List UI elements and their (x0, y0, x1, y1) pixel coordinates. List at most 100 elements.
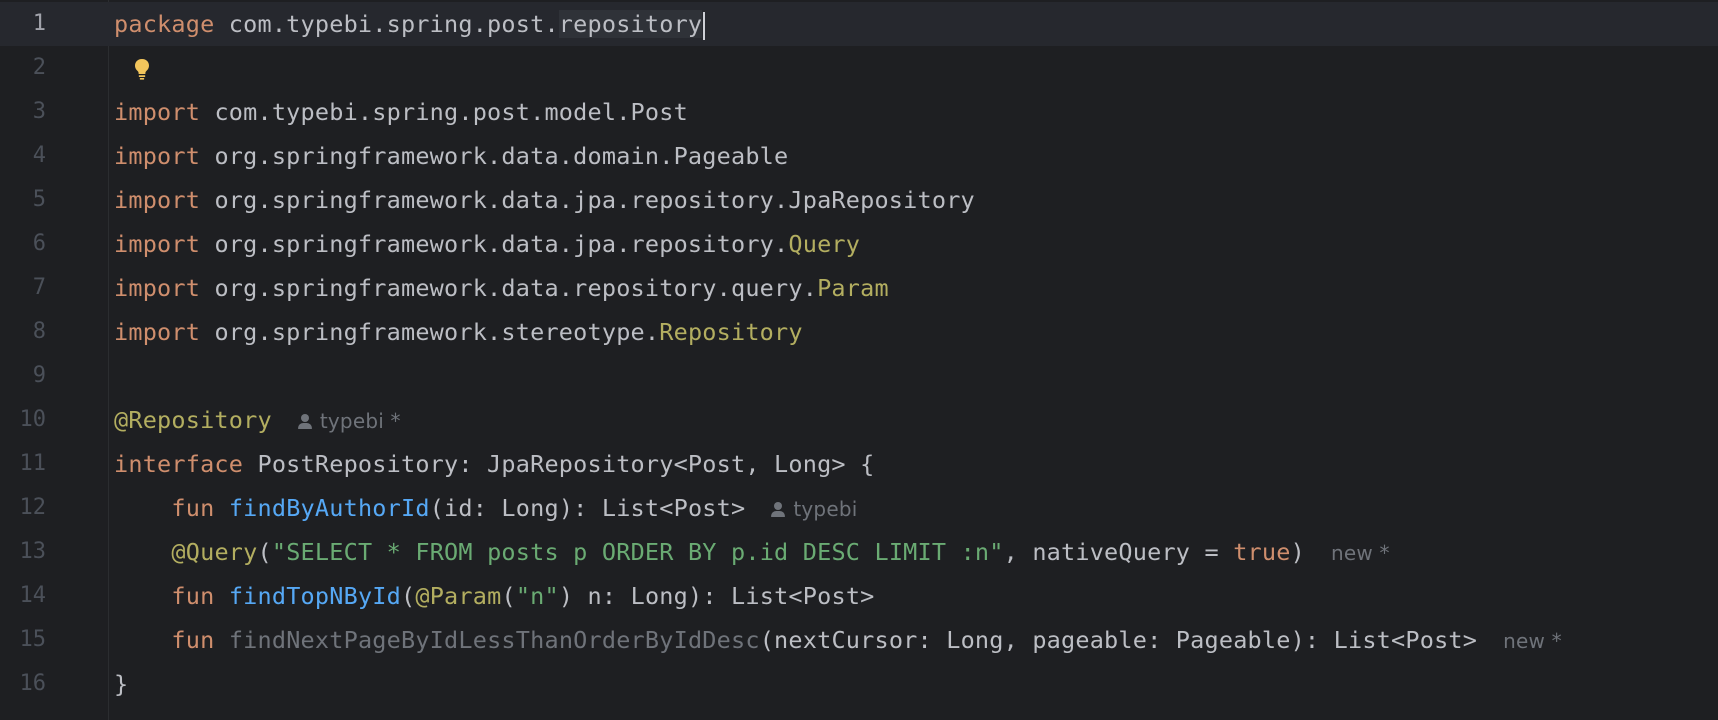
code-line-6[interactable]: 6 import org.springframework.data.jpa.re… (0, 222, 1718, 266)
author-name: typebi * (319, 409, 401, 433)
line-number: 13 (19, 539, 47, 564)
code-line-13[interactable]: 13 @Query("SELECT * FROM posts p ORDER B… (0, 530, 1718, 574)
code-line-7[interactable]: 7 import org.springframework.data.reposi… (0, 266, 1718, 310)
line-number: 8 (32, 319, 46, 344)
code-text[interactable]: import org.springframework.data.reposito… (114, 266, 889, 310)
code-token: ( (501, 582, 516, 610)
code-token: (id: Long): List<Post> (429, 494, 746, 522)
new-inlay-hint[interactable]: new * (1503, 629, 1562, 653)
highlighted-word: repository (558, 10, 703, 38)
annotation-token: @Param (415, 582, 502, 610)
annotation-token: Repository (659, 318, 803, 346)
line-number: 7 (32, 275, 46, 300)
code-text[interactable]: import org.springframework.data.jpa.repo… (114, 222, 860, 266)
keyword: package (114, 10, 215, 38)
code-line-9[interactable]: 9 (0, 354, 1718, 398)
author-name: typebi (793, 497, 858, 521)
line-number: 2 (32, 55, 46, 80)
code-text[interactable]: } (114, 662, 128, 706)
keyword: import (114, 142, 201, 170)
line-number: 11 (19, 451, 47, 476)
function-name: findTopNById (228, 582, 401, 610)
code-token: org.springframework.stereotype. (200, 318, 660, 346)
keyword: import (114, 274, 201, 302)
code-token: ( (401, 582, 416, 610)
code-text[interactable]: import org.springframework.stereotype.Re… (114, 310, 803, 354)
code-token: ) n: Long): List<Post> (558, 582, 875, 610)
code-text[interactable]: interface PostRepository: JpaRepository<… (114, 442, 874, 486)
code-text[interactable]: import com.typebi.spring.post.model.Post (114, 90, 688, 134)
new-inlay-hint[interactable]: new * (1331, 541, 1390, 565)
code-line-11[interactable]: 11 interface PostRepository: JpaReposito… (0, 442, 1718, 486)
code-line-4[interactable]: 4 import org.springframework.data.domain… (0, 134, 1718, 178)
code-line-16[interactable]: 16 } (0, 662, 1718, 706)
lightbulb-icon[interactable] (130, 57, 154, 81)
code-line-14[interactable]: 14 fun findTopNById(@Param("n") n: Long)… (0, 574, 1718, 618)
code-text[interactable]: package com.typebi.spring.post.repositor… (114, 2, 706, 46)
code-line-12[interactable]: 12 fun findByAuthorId(id: Long): List<Po… (0, 486, 1718, 530)
annotation-token: Param (817, 274, 889, 302)
code-text[interactable]: import org.springframework.data.domain.P… (114, 134, 788, 178)
code-token: ( (257, 538, 272, 566)
code-text[interactable]: @Query("SELECT * FROM posts p ORDER BY p… (114, 530, 1390, 575)
code-text[interactable]: fun findByAuthorId(id: Long): List<Post>… (114, 486, 858, 531)
line-number: 3 (32, 99, 46, 124)
code-line-15[interactable]: 15 fun findNextPageByIdLessThanOrderById… (0, 618, 1718, 662)
code-token: org.springframework.data.jpa.repository.… (200, 186, 975, 214)
line-number: 1 (32, 11, 46, 36)
keyword: import (114, 98, 201, 126)
code-token: com.typebi.spring.post. (214, 10, 559, 38)
code-line-2[interactable]: 2 (0, 46, 1718, 90)
person-icon (771, 501, 786, 517)
code-token: , nativeQuery = (1003, 538, 1234, 566)
code-token: (nextCursor: Long, pageable: Pageable): … (759, 626, 1478, 654)
keyword: fun (171, 626, 215, 654)
keyword: import (114, 318, 201, 346)
keyword: fun (171, 494, 215, 522)
code-token: PostRepository: JpaRepository<Post, Long… (243, 450, 875, 478)
code-line-10[interactable]: 10 @Repository typebi * (0, 398, 1718, 442)
keyword: import (114, 186, 201, 214)
code-token: org.springframework.data.repository.quer… (200, 274, 818, 302)
code-token: org.springframework.data.domain.Pageable (200, 142, 789, 170)
code-text[interactable]: import org.springframework.data.jpa.repo… (114, 178, 975, 222)
code-line-1[interactable]: 1 package com.typebi.spring.post.reposit… (0, 2, 1718, 46)
keyword: import (114, 230, 201, 258)
string-literal: "SELECT * FROM posts p ORDER BY p.id DES… (271, 538, 1004, 566)
annotation-token: @Repository (114, 406, 272, 434)
author-inlay-hint[interactable]: typebi * (297, 409, 401, 433)
function-name: findByAuthorId (228, 494, 430, 522)
keyword: fun (171, 582, 215, 610)
line-number: 16 (19, 671, 47, 696)
keyword: interface (114, 450, 244, 478)
line-number: 4 (32, 143, 46, 168)
code-line-5[interactable]: 5 import org.springframework.data.jpa.re… (0, 178, 1718, 222)
code-token: } (114, 670, 129, 698)
code-text[interactable]: @Repository typebi * (114, 398, 401, 443)
keyword: true (1233, 538, 1291, 566)
line-number: 10 (19, 407, 47, 432)
code-editor[interactable]: 1 package com.typebi.spring.post.reposit… (0, 0, 1718, 720)
line-number: 15 (19, 627, 47, 652)
person-icon (297, 413, 312, 429)
code-text[interactable]: fun findTopNById(@Param("n") n: Long): L… (114, 574, 875, 618)
string-literal: "n" (515, 582, 559, 610)
line-number: 9 (32, 363, 46, 388)
author-inlay-hint[interactable]: typebi (771, 497, 857, 521)
code-text[interactable]: fun findNextPageByIdLessThanOrderByIdDes… (114, 618, 1562, 663)
text-caret (703, 11, 706, 40)
unused-function-name: findNextPageByIdLessThanOrderByIdDesc (228, 626, 760, 654)
code-line-8[interactable]: 8 import org.springframework.stereotype.… (0, 310, 1718, 354)
line-number: 5 (32, 187, 46, 212)
line-number: 12 (19, 495, 47, 520)
annotation-token: @Query (171, 538, 258, 566)
code-token: com.typebi.spring.post.model.Post (200, 98, 688, 126)
code-token: org.springframework.data.jpa.repository. (200, 230, 789, 258)
code-line-3[interactable]: 3 import com.typebi.spring.post.model.Po… (0, 90, 1718, 134)
line-number: 14 (19, 583, 47, 608)
code-token: ) (1290, 538, 1305, 566)
